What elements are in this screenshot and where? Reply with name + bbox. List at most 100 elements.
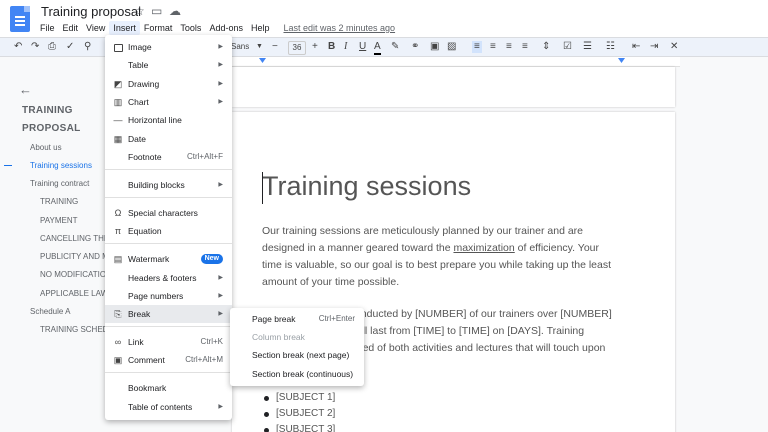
menu-addons[interactable]: Add-ons <box>205 21 247 35</box>
checklist-icon[interactable]: ☑ <box>563 41 572 53</box>
break-submenu: Page break Ctrl+Enter Column break Sectio… <box>230 308 364 386</box>
menu-item-bookmark[interactable]: Bookmark <box>105 379 232 397</box>
align-center-icon[interactable]: ≡ <box>490 41 496 53</box>
outline-title-line2[interactable]: PROPOSAL <box>22 123 81 134</box>
menu-item-table-of-contents[interactable]: Table of contents ▶ <box>105 398 232 416</box>
outline-item[interactable]: TRAINING <box>40 197 78 206</box>
menu-file[interactable]: File <box>36 21 59 35</box>
redo-icon[interactable]: ↷ <box>31 41 39 53</box>
decrease-size-icon[interactable]: − <box>272 41 278 53</box>
link-icon: ∞ <box>114 337 122 347</box>
menu-item-horizontal-line[interactable]: — Horizontal line <box>105 111 232 129</box>
outline-item-selected[interactable]: Training sessions <box>30 161 92 170</box>
watermark-icon: ▤ <box>113 254 123 264</box>
italic-icon[interactable]: I <box>344 41 347 53</box>
menu-item-comment[interactable]: ▣ Comment Ctrl+Alt+M <box>105 351 232 369</box>
menu-item-chart[interactable]: ▥ Chart ▶ <box>105 93 232 111</box>
right-indent-marker[interactable] <box>618 58 625 63</box>
menu-tools[interactable]: Tools <box>176 21 205 35</box>
left-indent-marker[interactable] <box>259 58 266 63</box>
submenu-item-section-break-continuous[interactable]: Section break (continuous) <box>230 365 364 383</box>
font-select[interactable]: Sans <box>231 41 249 53</box>
submenu-item-section-break-next-page[interactable]: Section break (next page) <box>230 346 364 364</box>
menu-item-date[interactable]: ▦ Date <box>105 130 232 148</box>
text-color-icon[interactable]: A <box>374 41 381 55</box>
align-left-icon[interactable]: ≡ <box>472 41 482 53</box>
move-folder-icon[interactable]: ▭ <box>151 4 162 18</box>
font-dropdown-icon[interactable]: ▼ <box>256 41 263 53</box>
back-arrow-icon[interactable]: ← <box>19 82 32 97</box>
spellcheck-icon[interactable]: ✓ <box>66 41 74 53</box>
menu-help[interactable]: Help <box>247 21 274 35</box>
align-justify-icon[interactable]: ≡ <box>522 41 528 53</box>
undo-icon[interactable]: ↶ <box>14 41 22 53</box>
menu-item-building-blocks[interactable]: Building blocks ▶ <box>105 176 232 194</box>
cloud-status-icon[interactable]: ☁ <box>169 4 181 18</box>
decrease-indent-icon[interactable]: ⇤ <box>632 41 640 53</box>
menu-edit[interactable]: Edit <box>59 21 83 35</box>
calendar-icon: ▦ <box>113 134 123 144</box>
insert-link-icon[interactable]: ⚭ <box>411 41 419 53</box>
increase-size-icon[interactable]: + <box>312 41 318 53</box>
menu-item-watermark[interactable]: ▤ Watermark New <box>105 250 232 268</box>
outline-title-line1[interactable]: TRAINING <box>22 105 73 116</box>
new-badge: New <box>200 254 223 264</box>
clear-formatting-icon[interactable]: ✕ <box>670 41 678 53</box>
font-size-input[interactable]: 36 <box>288 41 306 55</box>
menu-format[interactable]: Format <box>140 21 177 35</box>
paragraph-line: ised of both activities and lectures tha… <box>355 342 606 354</box>
outline-item[interactable]: About us <box>30 143 62 152</box>
menu-separator <box>105 169 232 170</box>
insert-image-icon[interactable]: ▨ <box>447 41 456 53</box>
ruler[interactable] <box>232 57 680 67</box>
menu-item-headers-footers[interactable]: Headers & footers ▶ <box>105 269 232 287</box>
star-icon[interactable]: ☆ <box>134 4 145 18</box>
highlight-icon[interactable]: ✎ <box>391 41 399 53</box>
menu-item-drawing[interactable]: ◩ Drawing ▶ <box>105 75 232 93</box>
spelling-underlined-word[interactable]: maximization <box>453 242 514 254</box>
document-title[interactable]: Training proposal <box>41 4 141 19</box>
align-right-icon[interactable]: ≡ <box>506 41 512 53</box>
menu-view[interactable]: View <box>82 21 109 35</box>
menu-item-break[interactable]: ⎘ Break ▶ <box>105 305 232 323</box>
add-comment-icon[interactable]: ▣ <box>430 41 439 53</box>
menu-insert[interactable]: Insert <box>109 21 140 35</box>
outline-item[interactable]: NO MODIFICATION <box>40 270 112 279</box>
chart-icon: ▥ <box>113 97 123 107</box>
line-spacing-icon[interactable]: ⇕ <box>542 41 550 53</box>
outline-item[interactable]: Training contract <box>30 179 89 188</box>
outline-item[interactable]: CANCELLING THE <box>40 234 109 243</box>
print-icon[interactable]: ⎙ <box>48 41 56 53</box>
numbered-list-icon[interactable]: ☷ <box>606 41 615 53</box>
outline-item[interactable]: TRAINING SCHED <box>40 325 108 334</box>
paint-format-icon[interactable]: ⚲ <box>84 41 91 53</box>
menu-item-link[interactable]: ∞ Link Ctrl+K <box>105 333 232 351</box>
menu-item-table[interactable]: Table ▶ <box>105 56 232 74</box>
text-cursor <box>262 172 263 204</box>
insert-menu: Image ▶ Table ▶ ◩ Drawing ▶ ▥ Chart ▶ — Horizon… <box>105 35 232 420</box>
menu-item-page-numbers[interactable]: Page numbers ▶ <box>105 287 232 305</box>
outline-item[interactable]: APPLICABLE LAW <box>40 289 108 298</box>
submenu-arrow-icon: ▶ <box>218 182 223 188</box>
previous-page <box>232 67 675 107</box>
body-paragraph: Our training sessions are meticulously p… <box>262 223 612 291</box>
submenu-item-page-break[interactable]: Page break Ctrl+Enter <box>230 310 364 328</box>
omega-icon: Ω <box>114 208 122 218</box>
menu-item-special-characters[interactable]: Ω Special characters <box>105 204 232 222</box>
drawing-icon: ◩ <box>113 79 123 89</box>
paragraph-line: vill last from [TIME] to [TIME] on [DAYS… <box>355 325 585 337</box>
menu-item-image[interactable]: Image ▶ <box>105 38 232 56</box>
menu-item-footnote[interactable]: Footnote Ctrl+Alt+F <box>105 148 232 166</box>
increase-indent-icon[interactable]: ⇥ <box>650 41 658 53</box>
underline-icon[interactable]: U <box>359 41 366 53</box>
menu-item-equation[interactable]: π Equation <box>105 222 232 240</box>
outline-item[interactable]: PUBLICITY AND M <box>40 252 109 261</box>
outline-item[interactable]: Schedule A <box>30 307 70 316</box>
docs-logo-icon[interactable] <box>10 6 30 32</box>
submenu-arrow-icon: ▶ <box>218 81 223 87</box>
bulleted-list-icon[interactable]: ☰ <box>583 41 592 53</box>
last-edit-link[interactable]: Last edit was 2 minutes ago <box>279 21 399 35</box>
outline-item[interactable]: PAYMENT <box>40 216 77 225</box>
bold-icon[interactable]: B <box>328 41 335 53</box>
menu-separator <box>105 372 232 373</box>
